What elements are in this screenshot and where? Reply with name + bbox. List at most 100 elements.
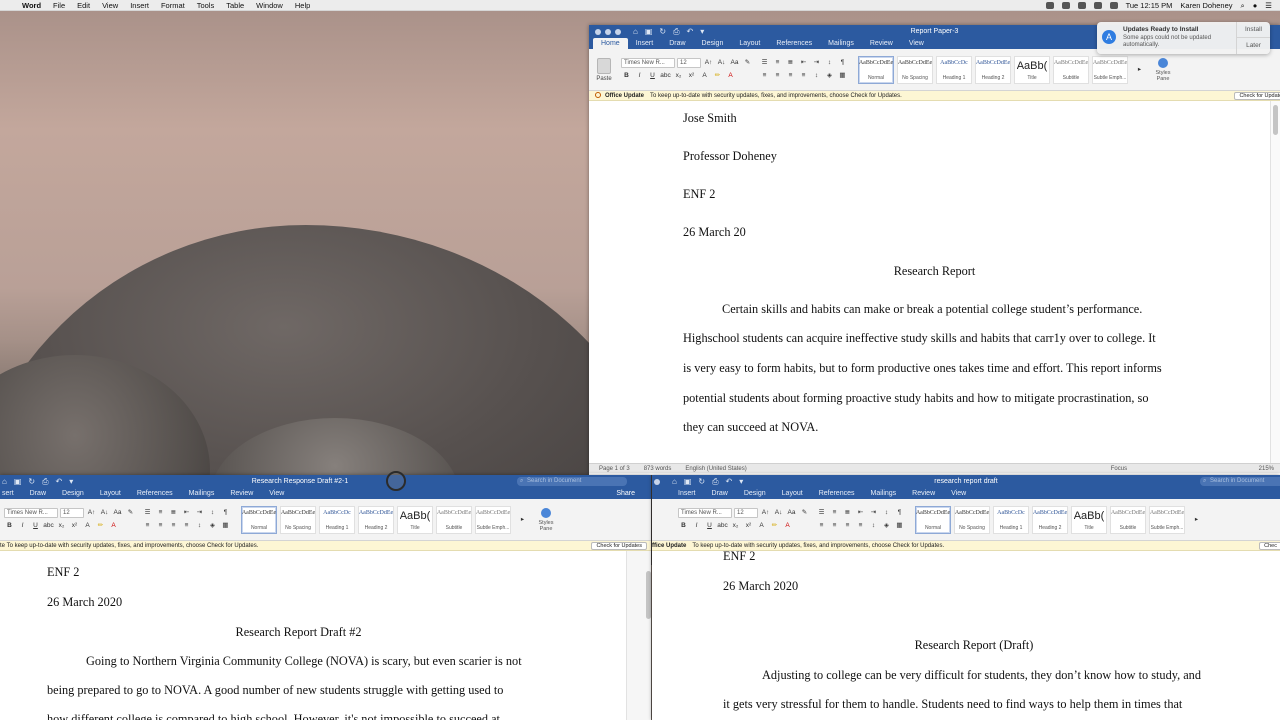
shrink-font-button[interactable]: A↓	[716, 58, 727, 68]
tab-insert[interactable]: Insert	[670, 488, 704, 499]
shrink-font-button[interactable]: A↓	[99, 508, 110, 518]
font-size-dropdown[interactable]: 12	[60, 508, 84, 518]
bold-button[interactable]: B	[4, 521, 15, 531]
borders-icon[interactable]: ▦	[220, 521, 231, 531]
menu-tools[interactable]: Tools	[197, 1, 215, 10]
style-subtle-emphasis[interactable]: AaBbCcDdEe Subtle Emph...	[475, 505, 511, 534]
menu-format[interactable]: Format	[161, 1, 185, 10]
redo-icon[interactable]: ↻	[698, 477, 705, 487]
highlight-icon[interactable]: ✏	[712, 71, 723, 81]
tab-review[interactable]: Review	[862, 38, 901, 49]
window-titlebar[interactable]: ⌂ ▣ ↻ ⎙ ↶ ▾ research report draft ⌕ Searc…	[652, 475, 1280, 488]
change-case-button[interactable]: Aa	[786, 508, 797, 518]
styles-more-icon[interactable]: ▸	[1134, 65, 1145, 75]
justify-icon[interactable]: ≡	[181, 521, 192, 531]
style-heading-1[interactable]: AaBbCcDc Heading 1	[936, 55, 972, 84]
style-title[interactable]: AaBb(Title	[397, 505, 433, 534]
menu-app[interactable]: Word	[22, 1, 41, 10]
focus-button[interactable]: Focus	[1111, 464, 1127, 473]
text-effects-button[interactable]: A	[699, 71, 710, 81]
style-subtitle[interactable]: AaBbCcDdEe Subtitle	[436, 505, 472, 534]
check-for-updates-button[interactable]: Check for Updates	[591, 542, 647, 550]
tab-view[interactable]: View	[261, 488, 292, 499]
style-subtle-emphasis[interactable]: AaBbCcDdEe Subtle Emph...	[1092, 55, 1128, 84]
style-normal[interactable]: AaBbCcDdEe Normal	[241, 505, 277, 534]
check-for-updates-button[interactable]: Chec	[1259, 542, 1280, 550]
volume-icon[interactable]	[1109, 2, 1118, 9]
align-center-icon[interactable]: ≡	[772, 71, 783, 81]
highlight-icon[interactable]: ✏	[769, 521, 780, 531]
tab-home[interactable]: Home	[593, 38, 628, 49]
font-size-dropdown[interactable]: 12	[677, 58, 701, 68]
undo-icon[interactable]: ↶	[726, 477, 733, 487]
style-heading-2[interactable]: AaBbCcDdEe Heading 2	[975, 55, 1011, 84]
sort-icon[interactable]: ↕	[881, 508, 892, 518]
style-heading-2[interactable]: AaBbCcDdEe Heading 2	[358, 505, 394, 534]
font-name-dropdown[interactable]: Times New R...	[678, 508, 732, 518]
superscript-button[interactable]: x²	[743, 521, 754, 531]
tab-draw[interactable]: Draw	[661, 38, 693, 49]
sort-icon[interactable]: ↕	[207, 508, 218, 518]
print-icon[interactable]: ⎙	[42, 477, 48, 487]
underline-button[interactable]: U	[704, 521, 715, 531]
highlight-icon[interactable]: ✏	[95, 521, 106, 531]
shading-icon[interactable]: ◈	[881, 521, 892, 531]
home-icon[interactable]: ⌂	[672, 477, 677, 487]
grow-font-button[interactable]: A↑	[760, 508, 771, 518]
tab-layout[interactable]: Layout	[731, 38, 768, 49]
customize-icon[interactable]: ▾	[700, 27, 704, 37]
menu-view[interactable]: View	[102, 1, 118, 10]
numbering-icon[interactable]: ≡	[829, 508, 840, 518]
show-formatting-icon[interactable]: ¶	[837, 58, 848, 68]
tab-draw[interactable]: Draw	[704, 488, 736, 499]
menu-help[interactable]: Help	[295, 1, 310, 10]
tab-view[interactable]: View	[901, 38, 932, 49]
multilevel-list-icon[interactable]: ≣	[168, 508, 179, 518]
window-titlebar[interactable]: ⌂ ▣ ↻ ⎙ ↶ ▾ Research Response Draft #2-1…	[0, 475, 651, 488]
search-input[interactable]: ⌕ Search in Document	[1200, 477, 1280, 486]
decrease-indent-icon[interactable]: ⇤	[798, 58, 809, 68]
strikethrough-button[interactable]: abc	[660, 71, 671, 81]
increase-indent-icon[interactable]: ⇥	[811, 58, 822, 68]
word-count[interactable]: 873 words	[644, 464, 672, 473]
menubar-user[interactable]: Karen Doheney	[1180, 1, 1232, 10]
menu-edit[interactable]: Edit	[77, 1, 90, 10]
close-window-button[interactable]	[595, 28, 601, 35]
menu-window[interactable]: Window	[256, 1, 283, 10]
later-button[interactable]: Later	[1237, 38, 1270, 54]
shading-icon[interactable]: ◈	[824, 71, 835, 81]
strikethrough-button[interactable]: abc	[717, 521, 728, 531]
text-effects-button[interactable]: A	[756, 521, 767, 531]
align-left-icon[interactable]: ≡	[759, 71, 770, 81]
text-effects-button[interactable]: A	[82, 521, 93, 531]
tab-view[interactable]: View	[943, 488, 974, 499]
underline-button[interactable]: U	[30, 521, 41, 531]
styles-pane-button[interactable]: Styles Pane	[1151, 57, 1175, 82]
close-window-button[interactable]	[654, 478, 660, 485]
spotlight-icon[interactable]: ⌕	[1241, 1, 1245, 11]
style-heading-1[interactable]: AaBbCcDc Heading 1	[993, 505, 1029, 534]
align-left-icon[interactable]: ≡	[816, 521, 827, 531]
style-no-spacing[interactable]: AaBbCcDdEe No Spacing	[954, 505, 990, 534]
bullets-icon[interactable]: ☰	[759, 58, 770, 68]
increase-indent-icon[interactable]: ⇥	[194, 508, 205, 518]
notification-center-icon[interactable]: ☰	[1265, 1, 1272, 10]
multilevel-list-icon[interactable]: ≣	[785, 58, 796, 68]
document-page[interactable]: Jose Smith Professor Doheney ENF 2 26 Ma…	[589, 101, 1280, 463]
document-page[interactable]: ENF 2 26 March 2020 Research Report (Dra…	[652, 551, 1280, 720]
print-icon[interactable]: ⎙	[673, 27, 679, 37]
styles-more-icon[interactable]: ▸	[1191, 515, 1202, 525]
superscript-button[interactable]: x²	[69, 521, 80, 531]
align-right-icon[interactable]: ≡	[842, 521, 853, 531]
strikethrough-button[interactable]: abc	[43, 521, 54, 531]
tab-review[interactable]: Review	[904, 488, 943, 499]
tab-design[interactable]: Design	[736, 488, 774, 499]
superscript-button[interactable]: x²	[686, 71, 697, 81]
tab-design[interactable]: Design	[694, 38, 732, 49]
tab-layout[interactable]: Layout	[92, 488, 129, 499]
style-title[interactable]: AaBb(Title	[1071, 505, 1107, 534]
grow-font-button[interactable]: A↑	[703, 58, 714, 68]
tab-references[interactable]: References	[129, 488, 181, 499]
install-button[interactable]: Install	[1237, 22, 1270, 38]
clear-formatting-icon[interactable]: ✎	[125, 508, 136, 518]
